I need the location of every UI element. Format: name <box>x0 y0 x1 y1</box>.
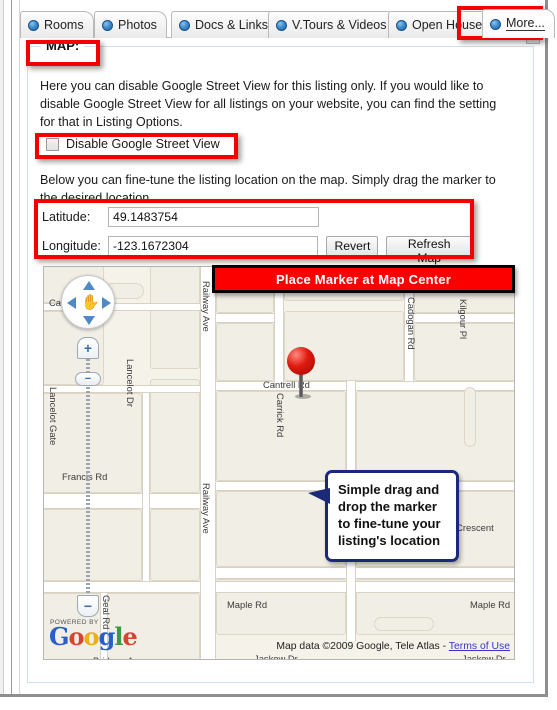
pan-hand-icon[interactable]: ✋ <box>81 295 100 310</box>
terms-of-use-link[interactable]: Terms of Use <box>449 641 510 652</box>
disable-street-view-row[interactable]: Disable Google Street View <box>46 137 220 151</box>
logo-letter: o <box>83 622 100 651</box>
marker-shadow <box>295 394 311 399</box>
tab-photos[interactable]: Photos <box>94 11 167 38</box>
marker-head-icon <box>287 347 315 375</box>
map-label-carrick-rd: Carrick Rd <box>275 393 286 438</box>
pan-right-icon[interactable] <box>102 297 111 309</box>
latitude-label: Latitude: <box>42 210 91 224</box>
window-left-rule-2 <box>19 0 20 694</box>
map-label-cadogan-rd: Cadogan Rd <box>406 297 417 350</box>
tab-rooms[interactable]: Rooms <box>20 11 94 38</box>
window-bottom-edge <box>0 694 545 697</box>
disable-street-view-label: Disable Google Street View <box>66 137 220 151</box>
zoom-in-button[interactable]: + <box>77 337 99 359</box>
refresh-map-button[interactable]: Refresh Map <box>386 235 472 265</box>
google-logo: Google <box>49 622 138 651</box>
logo-letter: G <box>49 622 69 651</box>
window-right-edge <box>545 0 548 697</box>
google-map-canvas[interactable]: Cantrell Rd Francis Rd Maple Rd Maple Rd… <box>43 266 515 660</box>
map-label-railway-ave-1: Railway Ave <box>201 281 212 332</box>
logo-letter: g <box>98 622 116 651</box>
coordinate-form: Latitude: Longitude: Revert Refresh Map <box>42 205 472 265</box>
tab-label: V.Tours & Videos <box>292 17 387 32</box>
map-label-kilgour-pl: Kilgour Pl <box>458 299 469 340</box>
tab-label: Photos <box>118 17 157 32</box>
blue-dot-icon <box>490 18 501 30</box>
map-label-railway-ave-2: Railway Ave <box>201 483 212 534</box>
logo-letter: e <box>122 622 137 651</box>
window-left-edge <box>0 0 4 694</box>
map-label-francis-rd: Francis Rd <box>62 471 108 482</box>
fine-tune-instructions-text: Below you can fine-tune the listing loca… <box>40 173 496 205</box>
latitude-input[interactable] <box>108 207 319 227</box>
map-label-lancelot-dr: Lancelot Dr <box>125 359 136 407</box>
blue-dot-icon <box>396 19 407 31</box>
tab-label: More... <box>506 15 545 32</box>
map-label-lancelot-gate: Lancelot Gate <box>48 387 59 446</box>
app-window: Rooms Photos Docs & Links V.Tours & Vide… <box>0 0 557 710</box>
callout-tail-icon <box>308 488 330 504</box>
map-label-jaskow-dr-2: Jaskow Dr <box>462 653 506 660</box>
tab-strip: Rooms Photos Docs & Links V.Tours & Vide… <box>20 8 555 44</box>
pan-up-icon[interactable] <box>83 281 95 290</box>
map-attribution: Map data ©2009 Google, Tele Atlas - Term… <box>276 641 510 652</box>
disable-street-view-checkbox[interactable] <box>46 137 59 151</box>
logo-letter: o <box>68 622 85 651</box>
attribution-text: Map data ©2009 Google, Tele Atlas - <box>276 641 449 652</box>
map-label-maple-rd-2: Maple Rd <box>470 599 511 610</box>
street-view-intro-text: Here you can disable Google Street View … <box>40 79 497 129</box>
zoom-slider-handle[interactable]: − <box>75 372 101 386</box>
location-marker[interactable] <box>287 347 315 399</box>
pan-down-icon[interactable] <box>83 316 95 325</box>
latitude-row: Latitude: <box>42 205 472 229</box>
blue-dot-icon <box>102 19 113 31</box>
revert-button[interactable]: Revert <box>326 235 379 257</box>
zoom-slider-track[interactable] <box>86 351 90 605</box>
map-label-maple-rd-1: Maple Rd <box>227 599 268 610</box>
longitude-label: Longitude: <box>42 239 101 253</box>
blue-dot-icon <box>28 19 39 31</box>
place-marker-banner: Place Marker at Map Center <box>212 265 515 293</box>
window-left-rule-1 <box>11 0 12 694</box>
pan-left-icon[interactable] <box>67 297 76 309</box>
map-pan-control[interactable]: ✋ <box>61 275 115 329</box>
tab-docs-and-links[interactable]: Docs & Links <box>171 11 278 38</box>
longitude-row: Longitude: Revert Refresh Map <box>42 234 472 265</box>
longitude-input[interactable] <box>107 236 319 256</box>
tab-vtours-and-videos[interactable]: V.Tours & Videos <box>268 11 397 38</box>
blue-dot-icon <box>276 19 287 31</box>
map-label-jaskow-dr-1: Jaskow Dr <box>254 653 298 660</box>
tab-label: Docs & Links <box>195 17 268 32</box>
panel-legend: MAP: <box>41 38 85 53</box>
blue-dot-icon <box>179 19 190 31</box>
tab-more[interactable]: More... <box>482 9 555 38</box>
map-label-bridgen-ave: Bridgen Ave <box>93 655 143 659</box>
tab-label: Rooms <box>44 17 84 32</box>
marker-callout: Simple drag and drop the marker to fine-… <box>308 470 459 562</box>
tab-label: Open Houses <box>412 17 489 32</box>
callout-text: Simple drag and drop the marker to fine-… <box>338 482 441 549</box>
zoom-out-button[interactable]: − <box>77 595 99 617</box>
